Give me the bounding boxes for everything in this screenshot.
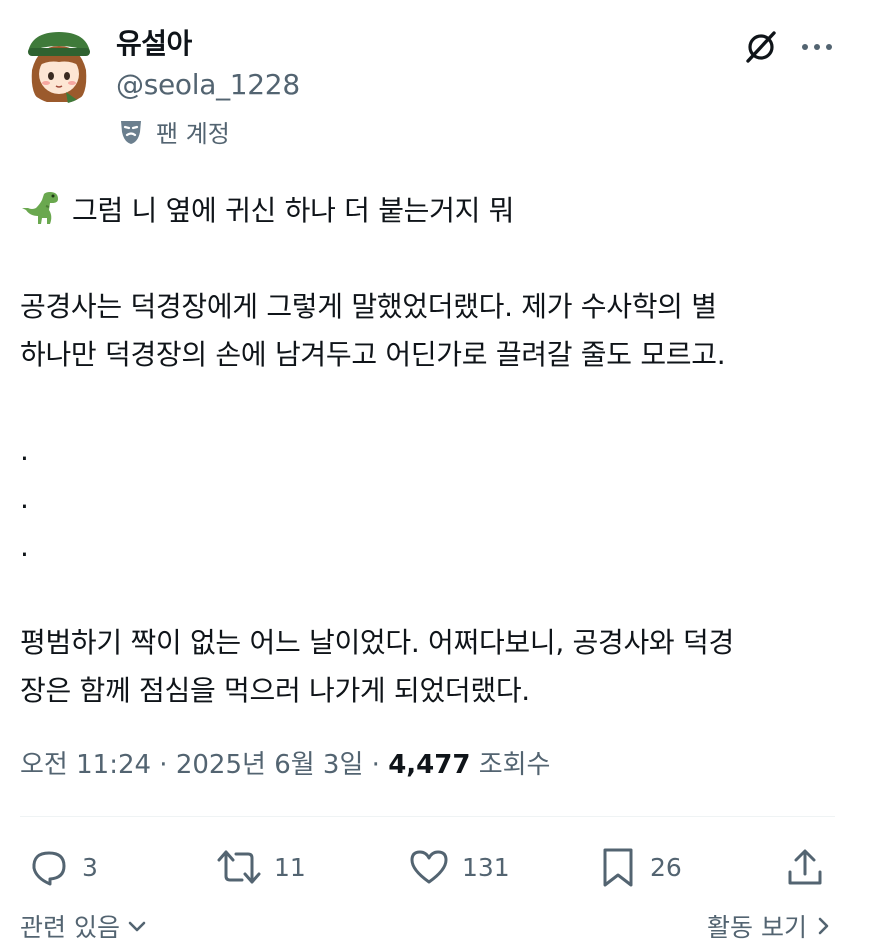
tweet-line: 하나만 덕경장의 손에 남겨두고 어딘가로 끌려갈 줄도 모르고. [20, 338, 726, 371]
views-label: 조회수 [470, 750, 551, 780]
theater-mask-icon [116, 116, 146, 146]
tweet-time[interactable]: 오전 11:24 [20, 750, 151, 780]
tweet-line: 공경사는 덕경장에게 그렇게 말했었더랬다. 제가 수사학의 별 [20, 290, 717, 323]
fan-account-label: 팬 계정 [156, 119, 230, 148]
like-count: 131 [462, 852, 510, 882]
display-name[interactable]: 유설아 [116, 27, 192, 61]
share-button[interactable] [786, 840, 824, 894]
tweet-line [20, 571, 850, 619]
chevron-right-icon [818, 917, 829, 935]
user-handle[interactable]: @seola_1228 [116, 68, 300, 102]
grok-button[interactable] [740, 26, 782, 68]
related-toggle[interactable]: 관련 있음 [20, 908, 148, 944]
tweet-line: . [20, 482, 29, 515]
tweet-line-text: 그럼 니 옆에 귀신 하나 더 붙는거지 뭐 [72, 194, 515, 227]
tweet-text: 그럼 니 옆에 귀신 하나 더 붙는거지 뭐 공경사는 덕경장에게 그렇게 말했… [20, 186, 850, 715]
tweet-date[interactable]: 2025년 6월 3일 [176, 750, 364, 780]
like-button[interactable]: 131 [408, 840, 510, 894]
view-activity-link[interactable]: 활동 보기 [707, 908, 831, 944]
meta-separator: · [151, 750, 176, 780]
bookmark-button[interactable]: 26 [598, 840, 682, 894]
view-activity-label: 활동 보기 [707, 913, 807, 942]
more-options-icon [802, 44, 832, 50]
grok-icon [746, 31, 776, 63]
tweet-line [20, 235, 850, 283]
bookmark-icon [603, 848, 633, 887]
tweet-meta: 오전 11:24 · 2025년 6월 3일 · 4,477 조회수 [20, 745, 550, 785]
views-count: 4,477 [388, 750, 471, 780]
tweet-line: 평범하기 짝이 없는 어느 날이었다. 어쩌다보니, 공경사와 덕경 [20, 626, 734, 659]
fan-account-badge: 팬 계정 [116, 114, 230, 148]
retweet-count: 11 [274, 852, 306, 882]
heart-icon [410, 850, 448, 884]
tweet-line: 그럼 니 옆에 귀신 하나 더 붙는거지 뭐 [20, 186, 850, 235]
avatar-girl-green-hat-icon [20, 26, 98, 104]
meta-separator: · [363, 750, 389, 780]
tweet-line: . [20, 434, 29, 467]
tweet-line: . [20, 530, 29, 563]
reply-count: 3 [82, 852, 98, 882]
related-label: 관련 있음 [20, 913, 120, 942]
chevron-down-icon [128, 921, 146, 932]
bookmark-count: 26 [650, 852, 682, 882]
tweet-line [20, 379, 850, 427]
more-options-button[interactable] [796, 26, 838, 68]
reply-button[interactable]: 3 [28, 840, 98, 894]
avatar[interactable] [20, 26, 98, 104]
retweet-button[interactable]: 11 [216, 840, 306, 894]
reply-icon [32, 851, 66, 886]
retweet-icon [217, 850, 261, 884]
dinosaur-icon [20, 186, 64, 230]
share-icon [788, 849, 822, 885]
tweet-line: 장은 함께 점심을 먹으러 나가게 되었더랬다. [20, 674, 530, 707]
divider [20, 816, 835, 817]
action-bar: 3 11 131 26 [20, 840, 835, 894]
